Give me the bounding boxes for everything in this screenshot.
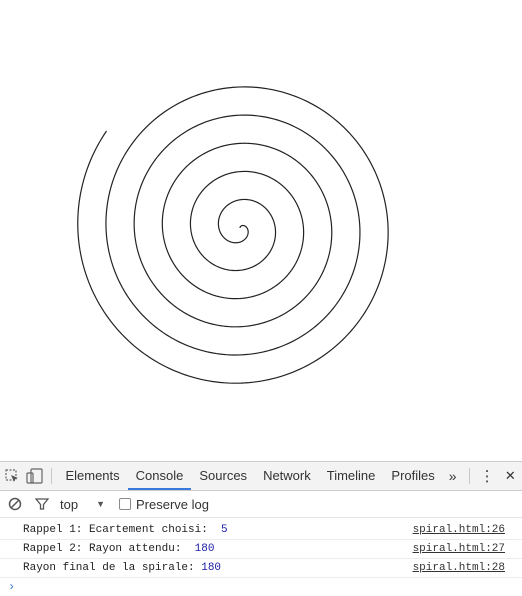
preserve-log-label: Preserve log	[136, 496, 209, 512]
kebab-menu-icon[interactable]: ⋮	[475, 462, 498, 490]
console-text: Rayon final de la spirale:	[23, 562, 202, 574]
preserve-log-checkbox[interactable]	[119, 498, 131, 510]
console-value: 180	[194, 543, 215, 555]
source-link[interactable]: spiral.html:26	[413, 521, 505, 539]
console-prompt[interactable]: ›	[0, 578, 522, 596]
tab-network[interactable]: Network	[255, 462, 319, 490]
device-mode-icon[interactable]	[23, 462, 46, 490]
preserve-log-toggle[interactable]: Preserve log	[119, 497, 209, 512]
console-text: Rappel 1: Ecartement choisi:	[23, 524, 222, 536]
spiral-drawing	[77, 86, 389, 384]
console-message: Rayon final de la spirale: 180 spiral.ht…	[0, 559, 522, 578]
chevron-down-icon: ▼	[96, 499, 105, 509]
context-label: top	[60, 496, 79, 512]
devtools-tabbar: Elements Console Sources Network Timelin…	[0, 461, 522, 491]
console-value: 180	[201, 562, 222, 574]
source-link[interactable]: spiral.html:27	[413, 540, 505, 558]
filter-icon[interactable]	[30, 490, 54, 518]
console-message: Rappel 2: Rayon attendu: 180 spiral.html…	[0, 540, 522, 559]
console-filterbar: top ▼ Preserve log	[0, 491, 522, 518]
tab-console[interactable]: Console	[127, 462, 192, 490]
context-selector[interactable]: top ▼	[60, 497, 105, 512]
clear-console-icon[interactable]	[0, 490, 30, 518]
more-tabs-icon[interactable]: »	[443, 468, 463, 484]
toolbar-divider	[468, 468, 470, 484]
console-message: Rappel 1: Ecartement choisi: 5 spiral.ht…	[0, 521, 522, 540]
canvas-area	[0, 0, 522, 461]
source-link[interactable]: spiral.html:28	[413, 559, 505, 577]
close-icon[interactable]: ✕	[499, 462, 522, 490]
tab-sources[interactable]: Sources	[191, 462, 255, 490]
toolbar-divider	[50, 468, 52, 484]
console-value: 5	[221, 524, 228, 536]
spiral-curve	[77, 86, 389, 384]
devtools-panel: Elements Console Sources Network Timelin…	[0, 461, 522, 596]
tab-profiles[interactable]: Profiles	[383, 462, 442, 490]
tab-elements[interactable]: Elements	[57, 462, 127, 490]
console-text: Rappel 2: Rayon attendu:	[23, 543, 195, 555]
inspect-element-icon[interactable]	[0, 462, 23, 490]
tab-timeline[interactable]: Timeline	[319, 462, 384, 490]
